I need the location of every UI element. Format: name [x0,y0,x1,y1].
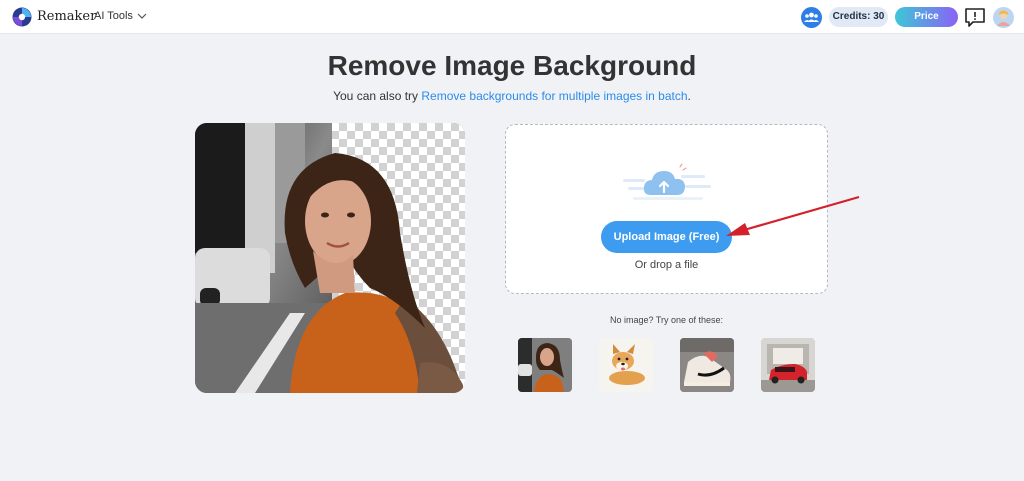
page-title: Remove Image Background [327,50,697,81]
user-avatar[interactable] [993,7,1014,28]
feedback-icon[interactable] [964,6,986,28]
subtitle-text: You can also try [333,89,422,103]
sample-prompt: No image? Try one of these: [609,315,724,325]
chevron-down-icon[interactable] [137,11,147,21]
price-button[interactable]: Price [895,7,958,27]
page-subtitle: You can also try Remove backgrounds for … [0,89,1024,103]
upload-image-button[interactable]: Upload Image (Free) [601,221,732,253]
top-bar: Remaker AI Tools Credits: 30 Price [0,0,1024,34]
community-icon[interactable] [801,7,822,28]
drop-file-hint: Or drop a file [634,259,699,271]
sample-dog-thumbnail[interactable] [599,338,653,392]
ai-tools-menu[interactable]: AI Tools [94,10,133,22]
remaker-logo-icon[interactable] [12,7,32,27]
sample-sneaker-thumbnail[interactable] [680,338,734,392]
credits-badge[interactable]: Credits: 30 [829,7,888,27]
hero-example-image [195,123,465,393]
brand-name[interactable]: Remaker [37,9,96,24]
cloud-upload-icon [623,155,713,207]
subtitle-end: . [687,89,691,103]
red-arrow-icon [714,192,864,244]
batch-removal-link[interactable]: Remove backgrounds for multiple images i… [421,89,687,103]
sample-woman-thumbnail[interactable] [518,338,572,392]
sample-car-thumbnail[interactable] [761,338,815,392]
